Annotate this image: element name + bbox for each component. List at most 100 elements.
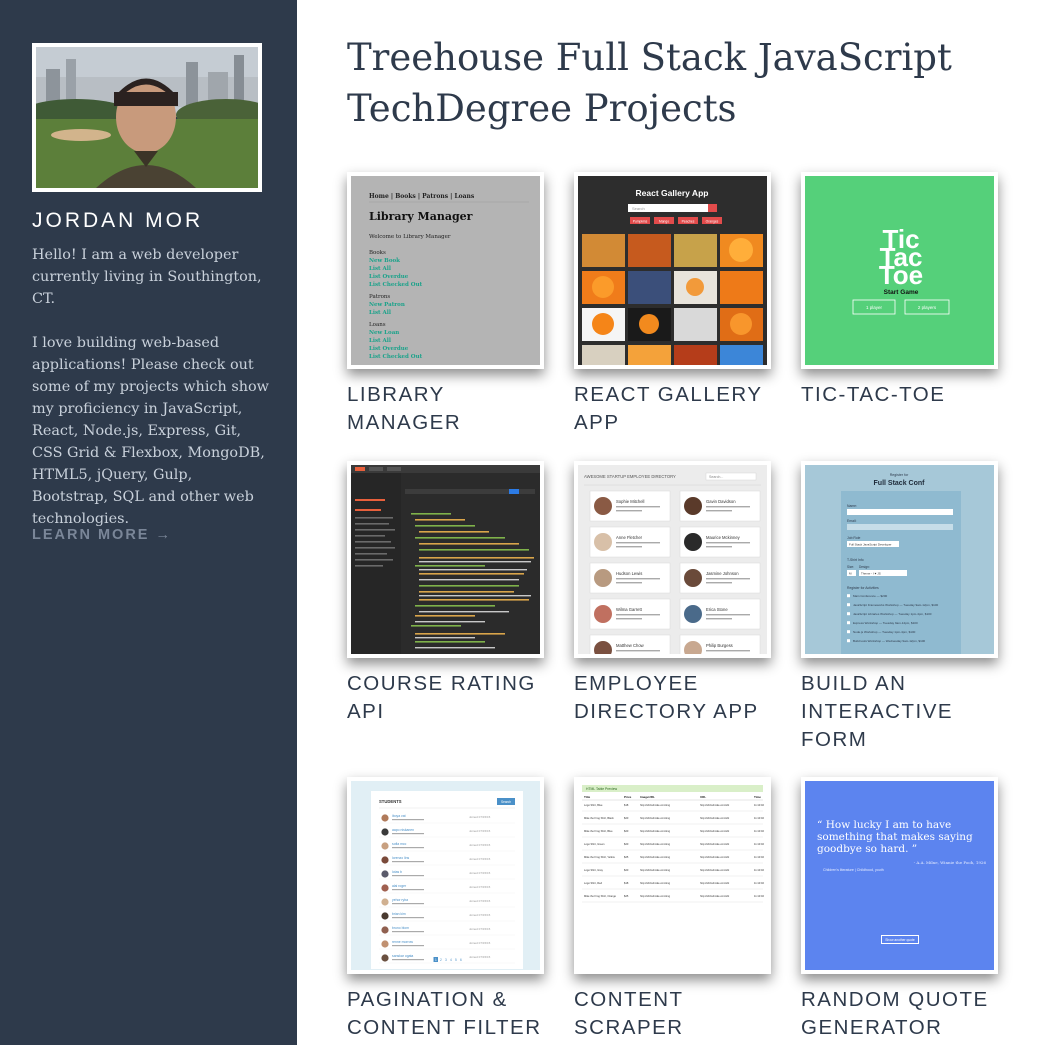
project-card-react-gallery[interactable]: React Gallery App Search Pumpkins Mango … bbox=[574, 172, 771, 437]
table-header-cell: ImageURL bbox=[640, 795, 655, 799]
student-joined: Joined 07/15/15 bbox=[469, 899, 491, 903]
student-name: renne morrow bbox=[392, 940, 413, 944]
project-title[interactable]: REACT GALLERY APP bbox=[574, 381, 771, 437]
thumb-search: Search bbox=[632, 206, 645, 211]
project-thumbnail[interactable]: Tic Tac Toe Start Game 1 player 2 player… bbox=[801, 172, 998, 369]
project-card-tic-tac-toe[interactable]: Tic Tac Toe Start Game 1 player 2 player… bbox=[801, 172, 998, 409]
employee-name: Erica Stone bbox=[706, 607, 728, 612]
project-card-random-quote[interactable]: “ How lucky I am to have something that … bbox=[801, 777, 998, 1042]
activity-checkbox bbox=[847, 621, 850, 625]
table-cell: http://shirts4mike.com/img bbox=[640, 894, 671, 898]
student-joined: Joined 07/15/15 bbox=[469, 941, 491, 945]
thumb-link: New Loan bbox=[369, 330, 399, 336]
employee-name: Sophie Mitchell bbox=[616, 499, 644, 504]
student-avatar bbox=[381, 842, 389, 850]
student-avatar bbox=[381, 884, 389, 892]
table-cell: $20 bbox=[624, 816, 629, 820]
thumb-design-value: Theme - I ♥ JS bbox=[861, 572, 881, 576]
thumb-section-label: Patrons bbox=[369, 294, 390, 300]
thumb-start: Start Game bbox=[884, 289, 919, 296]
student-avatar bbox=[381, 828, 389, 836]
activity-label: Main Conference — $200 bbox=[853, 594, 888, 598]
close-quote-icon: ” bbox=[908, 843, 918, 855]
project-title[interactable]: COURSE RATING API bbox=[347, 670, 544, 726]
student-name: brian kim bbox=[392, 912, 406, 916]
activity-label: Build tools Workshop — Wednesday 9am-12p… bbox=[853, 639, 925, 643]
table-cell: Logo Shirt, Gray bbox=[584, 868, 604, 872]
project-card-pagination-filter[interactable]: STUDENTS Search iboya vat Joined 07/15/15… bbox=[347, 777, 544, 1042]
project-title[interactable]: TIC-TAC-TOE bbox=[801, 381, 998, 409]
project-title[interactable]: CONTENT SCRAPER bbox=[574, 986, 771, 1042]
thumb-section-label: Books bbox=[369, 250, 386, 256]
pagination-link: 1 bbox=[435, 958, 437, 962]
student-avatar bbox=[381, 898, 389, 906]
thumb-button: Mango bbox=[659, 220, 669, 224]
project-title[interactable]: BUILD AN INTERACTIVE FORM bbox=[801, 670, 998, 754]
project-card-interactive-form[interactable]: Register for Full Stack Conf Name: Email… bbox=[801, 461, 998, 754]
project-thumbnail[interactable]: AWESOME STARTUP EMPLOYEE DIRECTORY Searc… bbox=[574, 461, 771, 658]
table-cell: Mike the Frog Shirt, Black bbox=[584, 816, 614, 820]
pagination-link: 6 bbox=[460, 958, 462, 962]
table-cell: 11:13:02 bbox=[754, 894, 764, 898]
table-header-cell: Price bbox=[624, 795, 632, 799]
project-thumbnail[interactable]: Register for Full Stack Conf Name: Email… bbox=[801, 461, 998, 658]
bio-intro: Hello! I am a web developer currently li… bbox=[32, 247, 262, 307]
project-title[interactable]: LIBRARY MANAGER bbox=[347, 381, 544, 437]
thumb-field-label: Email: bbox=[847, 519, 856, 523]
thumb-section-label: Loans bbox=[369, 322, 386, 328]
thumb-option: 2 players bbox=[918, 305, 937, 310]
table-cell: 11:13:02 bbox=[754, 842, 764, 846]
project-card-course-rating-api[interactable]: COURSE RATING API bbox=[347, 461, 544, 726]
project-card-content-scraper[interactable]: HTML Table Preview Title Price ImageURL URL… bbox=[574, 777, 771, 1042]
project-thumbnail[interactable]: “ How lucky I am to have something that … bbox=[801, 777, 998, 974]
project-title[interactable]: PAGINATION & CONTENT FILTER bbox=[347, 986, 544, 1042]
table-cell: http://shirts4mike.com/shi bbox=[700, 842, 730, 846]
thumb-design-label: Design: bbox=[859, 565, 870, 569]
table-cell: 11:13:02 bbox=[754, 816, 764, 820]
table-cell: http://shirts4mike.com/img bbox=[640, 881, 671, 885]
table-header-cell: Time bbox=[754, 795, 761, 799]
learn-more-link[interactable]: LEARN MORE → bbox=[32, 527, 172, 543]
student-avatar bbox=[381, 814, 389, 822]
employee-avatar bbox=[684, 569, 702, 587]
thumb-link: List All bbox=[369, 338, 391, 344]
table-cell: 11:13:02 bbox=[754, 855, 764, 859]
table-cell: http://shirts4mike.com/shi bbox=[700, 868, 730, 872]
employee-avatar bbox=[684, 605, 702, 623]
student-name: yehor ryba bbox=[392, 898, 408, 902]
project-title[interactable]: EMPLOYEE DIRECTORY APP bbox=[574, 670, 771, 726]
thumb-search: Search bbox=[501, 800, 511, 804]
thumb-link: List Checked Out bbox=[369, 354, 423, 360]
student-name: aapo niskanen bbox=[392, 828, 414, 832]
quote-tags: Children's literature | Childhood, youth bbox=[823, 868, 884, 872]
employee-avatar bbox=[594, 497, 612, 515]
student-avatar bbox=[381, 926, 389, 934]
table-cell: 11:13:02 bbox=[754, 881, 764, 885]
project-card-library-manager[interactable]: Home | Books | Patrons | Loans Library M… bbox=[347, 172, 544, 437]
thumb-heading: STUDENTS bbox=[379, 799, 402, 804]
project-thumbnail[interactable]: React Gallery App Search Pumpkins Mango … bbox=[574, 172, 771, 369]
project-card-employee-directory[interactable]: AWESOME STARTUP EMPLOYEE DIRECTORY Searc… bbox=[574, 461, 771, 726]
table-cell: http://shirts4mike.com/shi bbox=[700, 881, 730, 885]
employee-name: Anne Fletcher bbox=[616, 535, 643, 540]
thumb-button: Pumpkins bbox=[633, 220, 648, 224]
thumb-tshirt-label: T-Shirt Info bbox=[847, 558, 864, 562]
student-joined: Joined 07/15/15 bbox=[469, 857, 491, 861]
table-cell: http://shirts4mike.com/shi bbox=[700, 894, 730, 898]
project-thumbnail[interactable]: Home | Books | Patrons | Loans Library M… bbox=[347, 172, 544, 369]
thumb-nav: Home | Books | Patrons | Loans bbox=[369, 193, 475, 200]
quote-thumb-bg: “ How lucky I am to have something that … bbox=[805, 781, 994, 970]
thumb-heading: React Gallery App bbox=[636, 188, 709, 198]
thumb-button: Peaches bbox=[682, 220, 695, 224]
avatar bbox=[32, 43, 262, 192]
project-thumbnail[interactable]: STUDENTS Search iboya vat Joined 07/15/15… bbox=[347, 777, 544, 974]
project-title[interactable]: RANDOM QUOTE GENERATOR bbox=[801, 986, 998, 1042]
thumb-link: List All bbox=[369, 266, 391, 272]
employee-name: Matthew Chow bbox=[616, 643, 645, 648]
table-cell: http://shirts4mike.com/img bbox=[640, 868, 671, 872]
project-thumbnail[interactable] bbox=[347, 461, 544, 658]
student-name: alai roger bbox=[392, 884, 407, 888]
project-thumbnail[interactable]: HTML Table Preview Title Price ImageURL URL… bbox=[574, 777, 771, 974]
table-cell: Logo Shirt, Blue bbox=[584, 803, 603, 807]
activity-checkbox bbox=[847, 639, 850, 643]
